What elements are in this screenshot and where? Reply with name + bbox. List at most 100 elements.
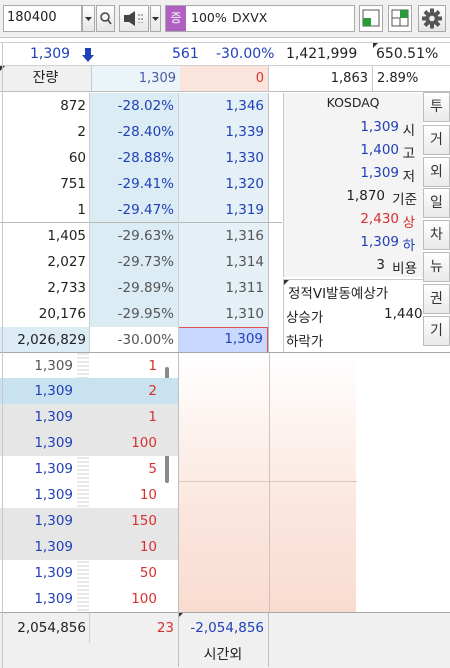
upper-limit-label: 상 xyxy=(402,215,415,231)
market-label: KOSDAQ xyxy=(326,95,380,110)
trade-qty: 100 xyxy=(131,591,157,607)
volume-diff: -2,054,856 xyxy=(190,620,264,636)
lower-limit-row: 1,309 하 xyxy=(283,234,423,256)
ask-rate: -30.00% xyxy=(90,327,178,353)
ask-price: 1,311 xyxy=(225,280,264,296)
trade-qty: 100 xyxy=(131,435,157,451)
trade-row: 1,309 10 xyxy=(0,482,178,508)
ask-price: 1,330 xyxy=(225,150,264,166)
current-price-cell: 1,309 xyxy=(178,327,268,353)
info-panel: KOSDAQ 1,309 시 1,400 고 1,309 저 1,870 기준 … xyxy=(283,93,423,353)
divider xyxy=(89,93,90,353)
residual-bid: 0 xyxy=(180,66,268,91)
ask-qty: 872 xyxy=(60,98,86,114)
divider xyxy=(178,93,179,353)
lower-limit-label: 하 xyxy=(402,238,415,254)
residual-line: 잔량 1,309 0 1,863 2.89% xyxy=(0,66,450,92)
trade-qty: 10 xyxy=(139,487,157,503)
divider xyxy=(2,42,3,668)
order-book: 872 -28.02% 1,346 2 -28.40% 1,339 60 -28… xyxy=(0,93,282,353)
side-button-misc[interactable]: 기 xyxy=(423,316,450,346)
trade-row: 1,309 2 xyxy=(0,378,178,404)
trade-row: 1,309 50 xyxy=(0,560,178,586)
corner-marker xyxy=(373,43,378,48)
trade-qty: 1 xyxy=(148,358,157,374)
side-button-daily[interactable]: 일 xyxy=(423,188,450,218)
gear-icon xyxy=(422,8,442,29)
trade-price: 1,309 xyxy=(34,461,73,477)
settings-button[interactable] xyxy=(418,5,446,32)
divider xyxy=(178,613,179,667)
search-button[interactable] xyxy=(96,5,115,32)
ask-rate: -28.40% xyxy=(117,124,174,140)
percent-label: 100% xyxy=(191,10,227,25)
high-value: 1,400 xyxy=(360,142,399,158)
ask-price: 1,320 xyxy=(225,176,264,192)
trade-qty: 10 xyxy=(139,539,157,555)
high-row: 1,400 고 xyxy=(283,142,423,164)
ask-rate: -29.63% xyxy=(117,228,174,244)
cost-row: 3 비용 xyxy=(283,257,423,279)
cost-value: 3 xyxy=(376,257,385,273)
ask-price: 1,314 xyxy=(225,254,264,270)
divider xyxy=(268,613,269,667)
side-button-broker[interactable]: 거 xyxy=(423,125,450,155)
ask-rate: -29.89% xyxy=(117,280,174,296)
residual-ask: 1,309 xyxy=(92,66,180,91)
stock-name-field[interactable]: 증 100% DXVX xyxy=(165,5,355,32)
residual-right-volume: 1,863 xyxy=(268,66,372,91)
divider xyxy=(268,93,269,353)
search-icon xyxy=(100,12,112,25)
stock-code-input[interactable]: 180400 xyxy=(3,5,82,32)
change-rate: -30.00% xyxy=(216,46,275,62)
layout-button-1[interactable] xyxy=(359,5,383,32)
footer: 2,054,856 23 -2,054,856 시간외 xyxy=(0,612,450,668)
speaker-dropdown-button[interactable] xyxy=(150,5,161,32)
side-button-chart[interactable]: 차 xyxy=(423,220,450,250)
after-hours-button[interactable]: 시간외 xyxy=(178,643,268,667)
trade-price: 1,309 xyxy=(34,591,73,607)
trade-price: 1,309 xyxy=(34,409,73,425)
trade-list: 1,309 1 1,309 2 1,309 1 1,309 100 1,309 … xyxy=(0,353,178,613)
vi-up-label: 상승가 xyxy=(286,310,324,326)
toolbar: 180400 증 100% DXVX xyxy=(0,0,450,38)
ask-rate: -28.88% xyxy=(117,150,174,166)
trade-qty: 2 xyxy=(148,383,157,399)
low-value: 1,309 xyxy=(360,165,399,181)
chevron-down-icon xyxy=(85,17,92,21)
side-button-foreign[interactable]: 외 xyxy=(423,157,450,187)
base-value: 1,870 xyxy=(346,188,385,204)
total-volume: 1,421,999 xyxy=(286,46,358,62)
divider xyxy=(179,481,357,482)
ask-price: 1,310 xyxy=(225,306,264,322)
code-dropdown-button[interactable] xyxy=(82,5,95,32)
trade-row: 1,309 5 xyxy=(0,456,178,482)
stock-name: DXVX xyxy=(232,10,268,25)
upper-limit-value: 2,430 xyxy=(360,211,399,227)
ask-qty: 2,733 xyxy=(47,280,86,296)
stock-code-value: 180400 xyxy=(7,10,57,25)
cost-label: 비용 xyxy=(392,261,417,277)
total-ask-volume: 2,054,856 xyxy=(17,620,86,636)
ask-rate: -29.73% xyxy=(117,254,174,270)
trade-row: 1,309 100 xyxy=(0,430,178,456)
trade-price: 1,309 xyxy=(34,565,73,581)
ask-price: 1,346 xyxy=(225,98,264,114)
side-button-rights[interactable]: 권 xyxy=(423,284,450,314)
trade-qty: 5 xyxy=(148,461,157,477)
base-label: 기준 xyxy=(392,192,417,208)
trade-qty: 150 xyxy=(131,513,157,529)
open-value: 1,309 xyxy=(360,119,399,135)
side-button-news[interactable]: 뉴 xyxy=(423,252,450,282)
layout-icon xyxy=(362,9,380,27)
side-button-investor[interactable]: 투 xyxy=(423,92,450,122)
residual-label: 잔량 xyxy=(0,66,92,91)
current-price-line: 1,309 561 -30.00% 1,421,999 650.51% xyxy=(0,42,450,66)
open-label: 시 xyxy=(402,123,415,139)
ask-qty: 751 xyxy=(60,176,86,192)
residual-right-rate: 2.89% xyxy=(372,66,450,91)
vi-down-label: 하락가 xyxy=(286,334,324,350)
speaker-button[interactable] xyxy=(119,5,149,32)
layout-button-2[interactable] xyxy=(388,5,412,32)
ask-qty: 2,027 xyxy=(47,254,86,270)
